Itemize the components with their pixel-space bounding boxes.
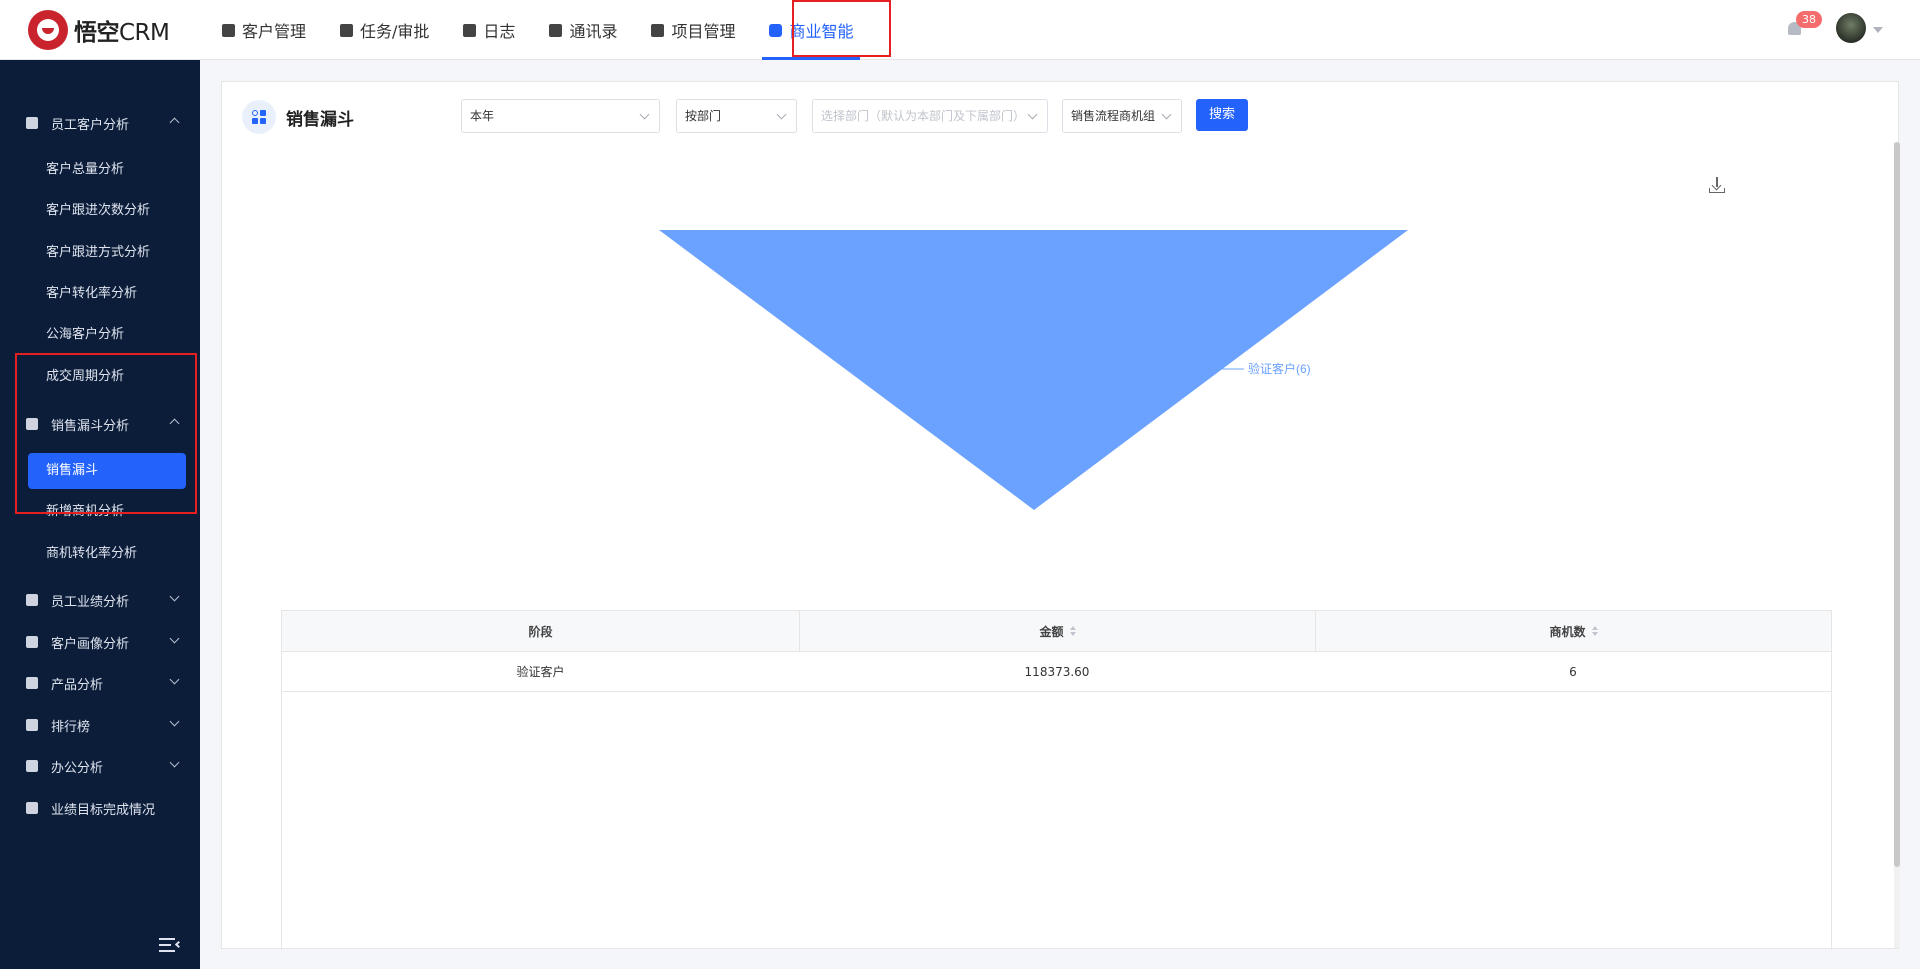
sidebar-group-employee-performance[interactable]: 员工业绩分析 (0, 580, 200, 620)
sidebar-group-product-analysis[interactable]: 产品分析 (0, 663, 200, 703)
sort-icon[interactable] (1591, 626, 1598, 636)
chevron-down-icon (776, 109, 787, 120)
table-row: 验证客户 118373.60 6 (282, 652, 1831, 692)
sidebar-item-pool-customers[interactable]: 公海客户分析 (46, 317, 186, 353)
main-nav: 客户管理 任务/审批 日志 通讯录 项目管理 商业智能 (205, 0, 870, 60)
nav-project-management[interactable]: 项目管理 (634, 0, 752, 60)
kanban-icon (651, 23, 665, 37)
shield-check-icon (769, 23, 783, 37)
chevron-down-icon (169, 716, 180, 727)
chevron-up-icon (169, 117, 180, 128)
column-header-stage: 阶段 (528, 624, 553, 639)
user-avatar[interactable] (1836, 13, 1866, 43)
scope-select[interactable]: 按部门 (676, 99, 797, 133)
period-select[interactable]: 本年 (461, 99, 660, 133)
monkey-logo-icon (28, 10, 68, 50)
funnel-data-table: 阶段 金额 商机数 验证客户 118373.60 6 (281, 610, 1832, 950)
sidebar-item-customer-total[interactable]: 客户总量分析 (46, 152, 186, 188)
app-logo[interactable]: 悟空CRM (28, 10, 170, 50)
sidebar-item-sales-funnel[interactable]: 销售漏斗 (28, 453, 186, 489)
notification-badge: 38 (1796, 11, 1822, 28)
column-header-amount[interactable]: 金额 (799, 611, 1315, 651)
sidebar-group-customer-profile[interactable]: 客户画像分析 (0, 622, 200, 662)
sidebar-item-followup-count[interactable]: 客户跟进次数分析 (46, 193, 186, 229)
funnel-icon (26, 418, 38, 430)
trophy-icon (26, 719, 38, 731)
sidebar-group-office-analysis[interactable]: 办公分析 (0, 746, 200, 786)
scrollbar-thumb[interactable] (1894, 142, 1900, 867)
sales-funnel-panel: 销售漏斗 本年 按部门 选择部门（默认为本部门及下属部门） 销售流程商机组 搜索… (221, 81, 1900, 950)
app-name: 悟空CRM (74, 20, 170, 46)
nav-tasks-approvals[interactable]: 任务/审批 (323, 0, 446, 60)
chevron-down-icon (169, 757, 180, 768)
nav-customer-management[interactable]: 客户管理 (205, 0, 323, 60)
search-button[interactable]: 搜索 (1196, 99, 1248, 131)
nav-log[interactable]: 日志 (446, 0, 532, 60)
box-icon (26, 677, 38, 689)
sidebar-group-sales-funnel[interactable]: 销售漏斗分析 (0, 404, 200, 444)
cell-stage: 验证客户 (516, 665, 565, 679)
process-select[interactable]: 销售流程商机组 (1062, 99, 1182, 133)
column-header-opportunity-count[interactable]: 商机数 (1315, 611, 1831, 651)
caret-down-icon[interactable] (1873, 27, 1883, 33)
sidebar-item-followup-method[interactable]: 客户跟进方式分析 (46, 235, 186, 271)
nav-business-intelligence[interactable]: 商业智能 (752, 0, 870, 60)
department-select[interactable]: 选择部门（默认为本部门及下属部门） (812, 99, 1048, 133)
briefcase-icon (26, 760, 38, 772)
table-header: 阶段 金额 商机数 (282, 611, 1831, 652)
phone-book-icon (549, 23, 563, 37)
building-icon (222, 23, 235, 37)
sidebar-group-employee-customer[interactable]: 员工客户分析 (0, 103, 200, 143)
sidebar-item-deal-cycle[interactable]: 成交周期分析 (46, 359, 186, 395)
sidebar-group-ranking[interactable]: 排行榜 (0, 705, 200, 745)
download-icon[interactable] (1709, 177, 1725, 193)
chevron-up-icon (169, 418, 180, 429)
notebook-icon (463, 23, 477, 37)
sidebar-group-target-completion[interactable]: 业绩目标完成情况 (0, 788, 200, 828)
collapse-menu-icon[interactable] (159, 938, 183, 952)
page-header: 销售漏斗 (242, 99, 354, 135)
chevron-down-icon (1027, 109, 1038, 120)
funnel-chart: 验证客户(6) (659, 230, 1408, 510)
cell-amount: 118373.60 (1024, 664, 1090, 679)
bar-chart-icon (26, 594, 38, 606)
cell-opportunity-count: 6 (1569, 664, 1577, 679)
briefcase-icon (340, 23, 354, 37)
sort-icon[interactable] (1069, 626, 1076, 636)
chevron-down-icon (169, 591, 180, 602)
dashboard-icon (242, 100, 276, 134)
chevron-down-icon (1161, 109, 1172, 120)
sidebar-item-conversion-rate[interactable]: 客户转化率分析 (46, 276, 186, 312)
chevron-down-icon (169, 633, 180, 644)
sidebar-item-opportunity-conversion[interactable]: 商机转化率分析 (46, 536, 186, 572)
sidebar: 员工客户分析 客户总量分析 客户跟进次数分析 客户跟进方式分析 客户转化率分析 … (0, 60, 200, 969)
target-icon (26, 802, 38, 814)
user-icon (26, 117, 38, 129)
chevron-down-icon (169, 674, 180, 685)
chevron-down-icon (639, 109, 650, 120)
vertical-scrollbar[interactable] (1894, 142, 1900, 948)
notification-bell[interactable]: 38 (1786, 11, 1822, 38)
page-title: 销售漏斗 (286, 109, 354, 130)
sidebar-item-new-opportunities[interactable]: 新增商机分析 (46, 494, 186, 530)
nav-address-book[interactable]: 通讯录 (532, 0, 634, 60)
funnel-stage-label: 验证客户(6) (1248, 361, 1311, 376)
top-navigation-bar: 悟空CRM 客户管理 任务/审批 日志 通讯录 项目管理 商业智能 38 (0, 0, 1920, 60)
users-icon (26, 636, 38, 648)
